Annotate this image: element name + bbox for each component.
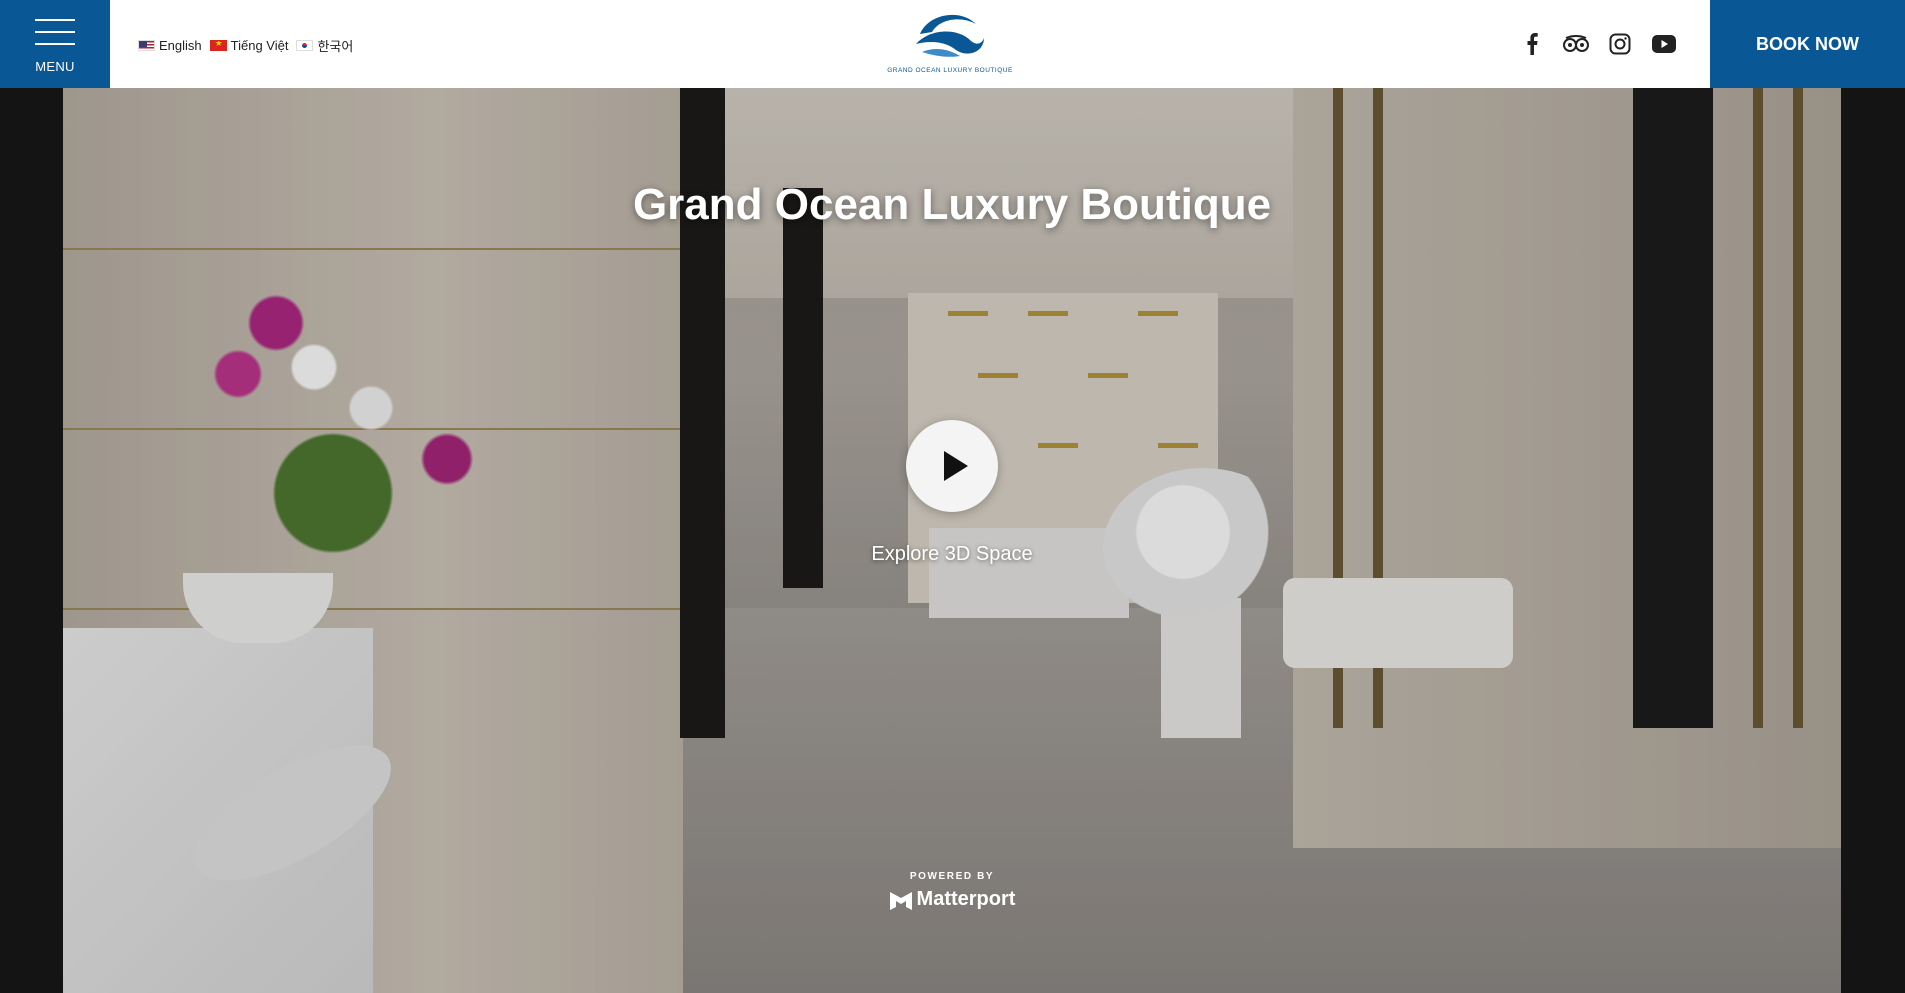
language-label: 한국어 [317, 39, 354, 54]
powered-by-label: POWERED BY [909, 871, 995, 882]
facebook-icon[interactable] [1518, 30, 1546, 58]
site-logo[interactable]: GRAND OCEAN LUXURY BOUTIQUE [880, 6, 1020, 82]
tripadvisor-icon[interactable] [1562, 30, 1590, 58]
menu-button[interactable]: MENU [0, 0, 110, 88]
instagram-icon[interactable] [1606, 30, 1634, 58]
language-switcher: English Tiếng Việt 한국어 [138, 36, 361, 55]
site-header: MENU English Tiếng Việt 한국어 GRAND OCEAN … [0, 0, 1905, 88]
logo-wave-icon [916, 14, 984, 57]
hero-3d-tour[interactable]: Grand Ocean Luxury Boutique Explore 3D S… [63, 88, 1841, 993]
play-button[interactable] [906, 420, 998, 512]
explore-3d-label[interactable]: Explore 3D Space [63, 543, 1841, 566]
social-links [1518, 30, 1694, 58]
language-label: Tiếng Việt [230, 38, 289, 53]
youtube-icon[interactable] [1650, 30, 1678, 58]
logo-text: GRAND OCEAN LUXURY BOUTIQUE [887, 67, 1013, 74]
matterport-icon [889, 891, 912, 910]
language-korean[interactable]: 한국어 [296, 36, 353, 55]
menu-label: MENU [35, 59, 75, 74]
language-english[interactable]: English [138, 38, 202, 53]
left-backdrop [0, 88, 63, 993]
right-backdrop [1841, 88, 1905, 993]
matterport-logo[interactable]: Matterport [63, 888, 1841, 911]
hero-title: Grand Ocean Luxury Boutique [632, 180, 1272, 229]
kr-flag-icon [296, 40, 314, 51]
matterport-brand: Matterport [916, 888, 1016, 910]
us-flag-icon [138, 40, 155, 51]
language-label: English [159, 38, 202, 53]
book-now-button[interactable]: BOOK NOW [1710, 0, 1905, 88]
language-vietnamese[interactable]: Tiếng Việt [209, 38, 289, 53]
vn-flag-icon [209, 40, 227, 51]
hamburger-icon [35, 19, 75, 45]
